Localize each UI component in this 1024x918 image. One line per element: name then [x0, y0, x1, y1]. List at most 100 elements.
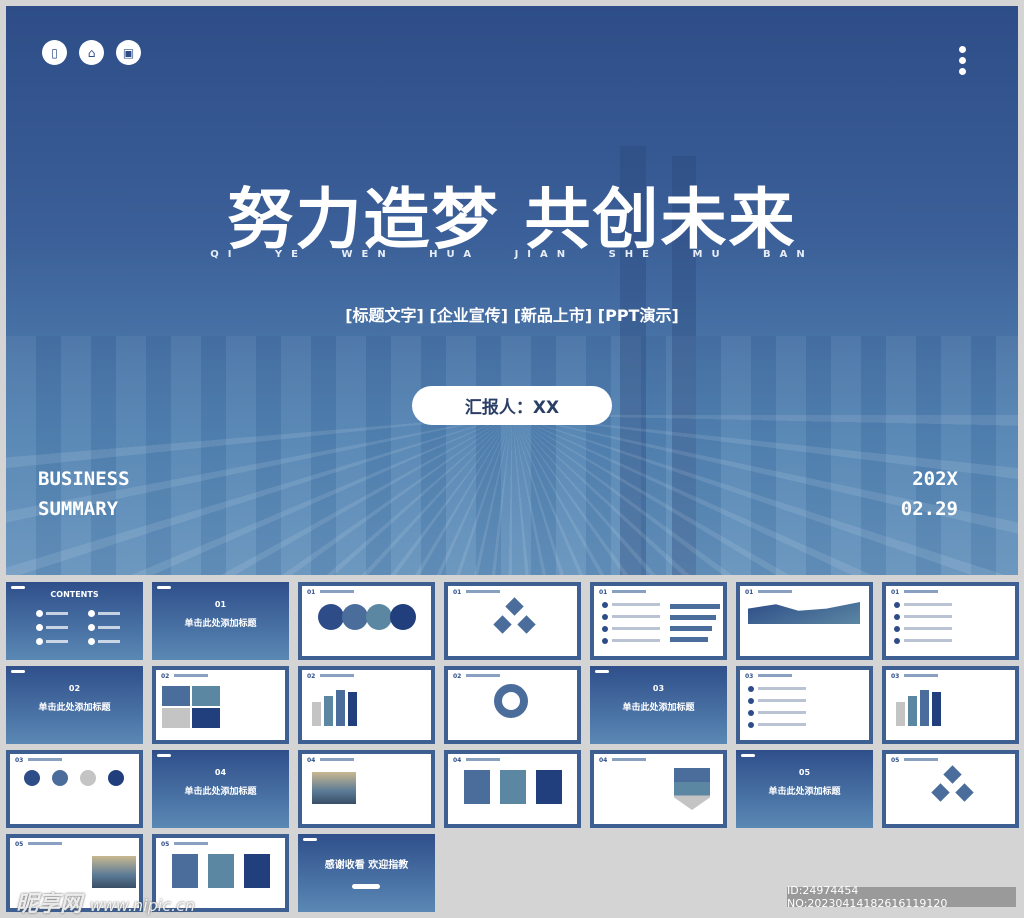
thumb-icons: [303, 838, 317, 841]
watermark-url: www.nipic.cn: [89, 896, 196, 915]
bar: [348, 692, 357, 726]
donut-chart: [494, 684, 528, 718]
list-bullet: [602, 638, 608, 644]
list-text: [904, 615, 952, 618]
slide-thumbnail[interactable]: 01: [882, 582, 1019, 660]
slide-thumbnail[interactable]: 02: [444, 666, 581, 744]
diamond-shape: [517, 615, 536, 634]
list-text: [758, 711, 806, 714]
bar: [312, 702, 321, 726]
feature-icon: [52, 770, 68, 786]
area-chart: [748, 602, 860, 624]
list-text: [612, 615, 660, 618]
slide-thumbnail[interactable]: 03: [6, 750, 143, 828]
card: [172, 854, 198, 888]
list-text: [904, 639, 952, 642]
slide-number: 05: [891, 757, 900, 764]
slide-number: 01: [599, 589, 608, 596]
slide-number: 05: [161, 841, 170, 848]
arrow-shape: [674, 768, 710, 810]
slide-thumbnail[interactable]: 05: [882, 750, 1019, 828]
list-text: [904, 627, 952, 630]
bar: [920, 690, 929, 726]
slide-thumbnail[interactable]: 04: [590, 750, 727, 828]
slide-thumbnail[interactable]: 04: [298, 750, 435, 828]
slide-number: 02: [307, 673, 316, 680]
slide-thumbnail[interactable]: 04 单击此处添加标题: [152, 750, 289, 828]
slide-heading-placeholder: [466, 758, 500, 761]
thumb-icons: [741, 754, 755, 757]
image-id-label: ID:24974454 NO:20230414182616119120: [787, 884, 1016, 910]
card: [208, 854, 234, 888]
card: [464, 770, 490, 804]
slide-thumbnail[interactable]: 01: [298, 582, 435, 660]
slide-thumbnail[interactable]: CONTENTS: [6, 582, 143, 660]
slide-thumbnail[interactable]: 05 单击此处添加标题: [736, 750, 873, 828]
slide-thumbnail[interactable]: 02: [152, 666, 289, 744]
list-text: [758, 723, 806, 726]
slide-number: 03: [745, 673, 754, 680]
diamond-shape: [931, 783, 950, 802]
slide-heading-placeholder: [612, 758, 646, 761]
slide-number: 04: [453, 757, 462, 764]
slide-number: 02: [161, 673, 170, 680]
slide-heading-placeholder: [904, 758, 938, 761]
slide-thumbnail[interactable]: 03: [736, 666, 873, 744]
cover-title: 努力造梦 共创未来: [227, 181, 797, 258]
slide-heading-placeholder: [612, 590, 646, 593]
contents-item-text: [46, 612, 68, 615]
image-icon[interactable]: ▣: [116, 40, 141, 65]
slide-thumbnail[interactable]: 02: [298, 666, 435, 744]
slide-thumbnail[interactable]: 01: [444, 582, 581, 660]
section-title: 单击此处添加标题: [622, 703, 695, 713]
section-title: 单击此处添加标题: [38, 703, 111, 713]
list-text: [612, 627, 660, 630]
slide-heading-placeholder: [174, 674, 208, 677]
feature-icon: [24, 770, 40, 786]
list-text: [904, 603, 952, 606]
feature-icon: [108, 770, 124, 786]
list-bullet: [894, 614, 900, 620]
thanks-title: 感谢收看 欢迎指教: [324, 860, 409, 871]
slide-heading-placeholder: [466, 674, 500, 677]
summary-label: SUMMARY: [38, 498, 119, 520]
bar: [670, 626, 712, 631]
grid-box: [192, 686, 220, 706]
slide-thumbnail[interactable]: 01: [736, 582, 873, 660]
section-title: 单击此处添加标题: [184, 619, 257, 629]
slide-thumbnail[interactable]: 04: [444, 750, 581, 828]
slide-thumbnail[interactable]: 02 单击此处添加标题: [6, 666, 143, 744]
thumb-icons: [11, 670, 25, 673]
cover-subtitle-pinyin: QI YE WEN HUA JIAN SHE MU BAN: [210, 249, 814, 260]
slide-number: 02: [453, 673, 462, 680]
cover-slide: ▯ ⌂ ▣ 努力造梦 共创未来 QI YE WEN HUA JIAN SHE M…: [6, 6, 1018, 575]
list-bullet: [894, 602, 900, 608]
list-bullet: [748, 686, 754, 692]
list-text: [758, 699, 806, 702]
slide-thumbnail[interactable]: 01 单击此处添加标题: [152, 582, 289, 660]
list-bullet: [748, 710, 754, 716]
slide-heading-placeholder: [174, 842, 208, 845]
contents-item-text: [98, 626, 120, 629]
slide-number: 05: [15, 841, 24, 848]
thumb-icons: [595, 670, 609, 673]
bar: [324, 696, 333, 726]
circle-item: [318, 604, 344, 630]
slide-number: 01: [453, 589, 462, 596]
list-text: [612, 603, 660, 606]
slide-thumbnail[interactable]: 01: [590, 582, 727, 660]
slide-heading-placeholder: [320, 674, 354, 677]
slide-heading-placeholder: [28, 842, 62, 845]
more-menu-icon[interactable]: [959, 46, 966, 75]
card: [500, 770, 526, 804]
home-icon[interactable]: ⌂: [79, 40, 104, 65]
list-bullet: [602, 614, 608, 620]
slide-thumbnail[interactable]: 感谢收看 欢迎指教: [298, 834, 435, 912]
cover-tags: [标题文字] [企业宣传] [新品上市] [PPT演示]: [345, 306, 679, 325]
slide-thumbnail[interactable]: 03 单击此处添加标题: [590, 666, 727, 744]
section-title: 单击此处添加标题: [184, 787, 257, 797]
bar: [908, 696, 917, 726]
slide-number: 03: [891, 673, 900, 680]
book-icon[interactable]: ▯: [42, 40, 67, 65]
slide-thumbnail[interactable]: 03: [882, 666, 1019, 744]
